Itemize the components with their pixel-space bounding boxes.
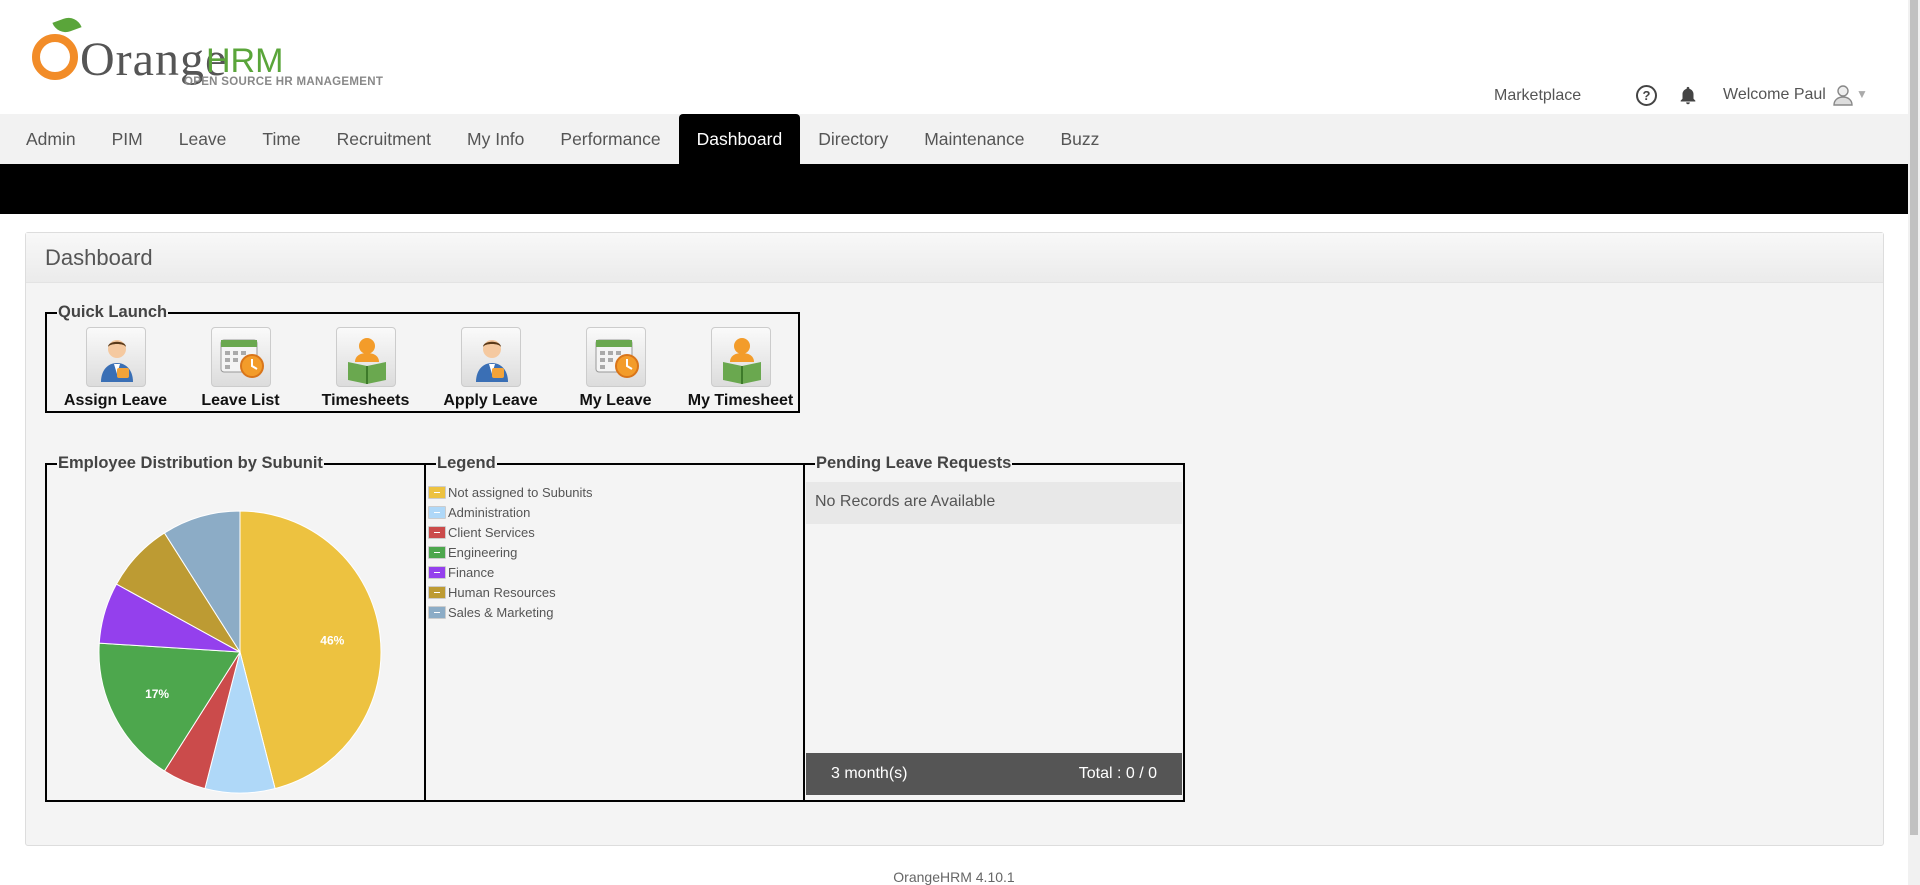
submenu-bar: [0, 164, 1908, 214]
menu-item-time[interactable]: Time: [244, 114, 318, 164]
quick-launch-assign-leave[interactable]: Assign Leave: [53, 327, 178, 410]
marketplace-link[interactable]: Marketplace: [1494, 84, 1581, 108]
total-count-text: Total : 0 / 0: [1078, 765, 1157, 782]
legend-label: Client Services: [448, 524, 535, 540]
orangehrm-logo[interactable]: Orange HRM OPEN SOURCE HR MANAGEMENT: [28, 13, 388, 90]
page-title: Dashboard: [26, 233, 1883, 283]
calendar-clock-icon: [585, 327, 646, 387]
menu-item-admin[interactable]: Admin: [8, 114, 94, 164]
welcome-user-text[interactable]: Welcome Paul: [1723, 86, 1826, 104]
menu-item-recruitment[interactable]: Recruitment: [319, 114, 449, 164]
legend-swatch: [428, 605, 446, 619]
legend-item-client-services[interactable]: Client Services: [428, 522, 593, 542]
logo-tagline: OPEN SOURCE HR MANAGEMENT: [184, 76, 384, 88]
legend-item-administration[interactable]: Administration: [428, 502, 593, 522]
quick-launch-label: Timesheets: [321, 392, 410, 409]
period-text: 3 month(s): [831, 765, 908, 782]
legend-panel: Legend Not assigned to Subunits Administ…: [424, 454, 805, 802]
person-book-icon: [710, 327, 771, 387]
employee-distribution-title: Employee Distribution by Subunit: [58, 454, 323, 472]
legend-label: Not assigned to Subunits: [448, 484, 593, 500]
quick-launch-my-timesheet[interactable]: My Timesheet: [678, 327, 803, 410]
legend-label: Engineering: [448, 544, 518, 560]
menu-item-buzz[interactable]: Buzz: [1042, 114, 1117, 164]
user-avatar-icon[interactable]: [1833, 84, 1853, 106]
quick-launch-timesheets[interactable]: Timesheets: [303, 327, 428, 410]
menu-item-my-info[interactable]: My Info: [449, 114, 542, 164]
pending-leave-requests-panel: Pending Leave Requests No Records are Av…: [803, 454, 1185, 802]
legend-label: Sales & Marketing: [448, 604, 554, 620]
bell-icon[interactable]: [1677, 85, 1699, 107]
quick-launch-apply-leave[interactable]: Apply Leave: [428, 327, 553, 410]
legend-title: Legend: [437, 454, 496, 472]
quick-launch-label: Apply Leave: [443, 392, 538, 409]
legend-swatch: [428, 565, 446, 579]
pie-data-label: 46%: [320, 633, 344, 647]
legend-swatch: [428, 545, 446, 559]
pending-leave-requests-title: Pending Leave Requests: [816, 454, 1012, 472]
legend-swatch: [428, 505, 446, 519]
legend-label: Human Resources: [448, 584, 556, 600]
legend-label: Finance: [448, 564, 495, 580]
quick-launch-panel: Quick Launch Assign Leave Leave List Tim…: [45, 303, 800, 413]
menu-item-pim[interactable]: PIM: [94, 114, 161, 164]
menu-item-maintenance[interactable]: Maintenance: [906, 114, 1042, 164]
quick-launch-leave-list[interactable]: Leave List: [178, 327, 303, 410]
legend-swatch: [428, 585, 446, 599]
menu-item-leave[interactable]: Leave: [161, 114, 245, 164]
legend-item-human-resources[interactable]: Human Resources: [428, 582, 593, 602]
legend-list: Not assigned to Subunits Administration …: [428, 482, 593, 622]
employee-distribution-pie-chart: 46% 17%: [98, 510, 382, 794]
person-book-icon: [335, 327, 396, 387]
menu-item-directory[interactable]: Directory: [800, 114, 906, 164]
quick-launch-my-leave[interactable]: My Leave: [553, 327, 678, 410]
quick-launch-label: My Leave: [579, 392, 652, 409]
page-scrollbar[interactable]: [1908, 0, 1920, 885]
legend-swatch: [428, 485, 446, 499]
dashboard-panel: Dashboard Quick Launch Assign Leave Leav…: [25, 232, 1884, 846]
calendar-clock-icon: [210, 327, 271, 387]
footer-version: OrangeHRM 4.10.1: [893, 869, 1015, 885]
logo-leaf-icon: [52, 13, 82, 37]
person-leave-icon: [85, 327, 146, 387]
pending-leave-footer: 3 month(s) Total : 0 / 0: [806, 753, 1182, 795]
quick-launch-title: Quick Launch: [58, 303, 168, 321]
quick-launch-label: My Timesheet: [687, 392, 794, 409]
chevron-down-icon[interactable]: ▼: [1856, 87, 1868, 101]
menu-item-performance[interactable]: Performance: [542, 114, 678, 164]
menu-item-dashboard[interactable]: Dashboard: [678, 114, 801, 164]
legend-item-engineering[interactable]: Engineering: [428, 542, 593, 562]
quick-launch-label: Leave List: [201, 392, 280, 409]
help-icon[interactable]: ?: [1636, 85, 1657, 106]
quick-launch-label: Assign Leave: [63, 392, 168, 409]
employee-distribution-panel: Employee Distribution by Subunit 46% 17%: [45, 454, 426, 802]
legend-item-finance[interactable]: Finance: [428, 562, 593, 582]
legend-item-sales-marketing[interactable]: Sales & Marketing: [428, 602, 593, 622]
legend-label: Administration: [448, 504, 531, 520]
header: Orange HRM OPEN SOURCE HR MANAGEMENT Mar…: [0, 0, 1908, 114]
scrollbar-thumb[interactable]: [1910, 0, 1918, 835]
logo-o-icon: [32, 34, 78, 80]
legend-item-not-assigned[interactable]: Not assigned to Subunits: [428, 482, 593, 502]
person-leave-icon: [460, 327, 521, 387]
main-menu: Admin PIM Leave Time Recruitment My Info…: [0, 114, 1908, 164]
no-records-message: No Records are Available: [806, 482, 1182, 524]
legend-swatch: [428, 525, 446, 539]
pie-data-label: 17%: [145, 687, 169, 701]
